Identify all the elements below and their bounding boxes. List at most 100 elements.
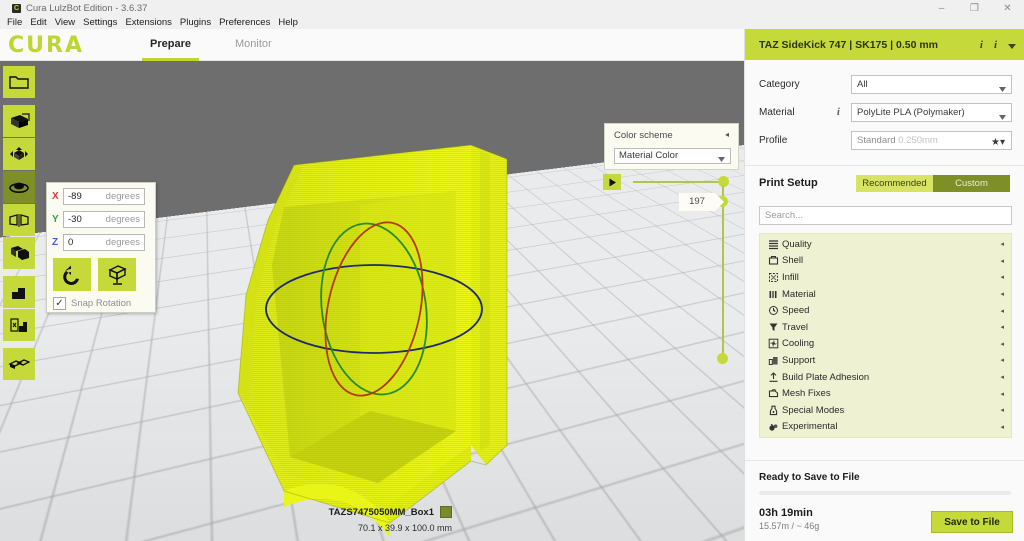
rotation-input-y[interactable]: -30 degrees — [63, 211, 145, 228]
scale-tool[interactable] — [3, 105, 35, 137]
settings-category-material[interactable]: Material ◂ — [760, 286, 1011, 303]
mirror-tool[interactable] — [3, 204, 35, 236]
save-to-file-button[interactable]: Save to File — [931, 511, 1013, 533]
menu-view[interactable]: View — [51, 16, 79, 29]
category-dropdown[interactable]: All — [851, 74, 1012, 94]
settings-category-build-plate-adhesion[interactable]: Build Plate Adhesion ◂ — [760, 369, 1011, 386]
color-scheme-dropdown[interactable]: Material Color — [614, 148, 731, 164]
profile-dropdown[interactable]: Standard 0.250mm ★▾ — [851, 130, 1012, 151]
rotation-row-z: Z 0 degrees — [52, 233, 155, 252]
expand-arrow-icon[interactable]: ◂ — [1000, 273, 1004, 281]
menu-edit[interactable]: Edit — [26, 16, 50, 29]
support-eraser-tool[interactable] — [3, 309, 35, 341]
tab-recommended[interactable]: Recommended — [856, 174, 933, 192]
tab-custom[interactable]: Custom — [933, 174, 1010, 192]
printer-title: TAZ SideKick 747 | SK175 | 0.50 mm — [759, 38, 939, 51]
rotation-input-x[interactable]: -89 degrees — [63, 188, 145, 205]
info-icon[interactable]: i — [994, 39, 997, 51]
layer-number-label: 197 — [679, 193, 724, 211]
category-label: Cooling — [782, 338, 815, 350]
settings-category-special-modes[interactable]: Special Modes ◂ — [760, 402, 1011, 419]
support-icon — [764, 355, 782, 366]
material-value: PolyLite PLA (Polymaker) — [857, 106, 965, 118]
expand-arrow-icon[interactable]: ◂ — [1000, 240, 1004, 248]
lay-flat-button[interactable] — [98, 258, 136, 291]
rotation-unit-x: degrees — [105, 191, 140, 202]
expand-arrow-icon[interactable]: ◂ — [1000, 373, 1004, 381]
settings-category-infill[interactable]: Infill ◂ — [760, 269, 1011, 286]
profile-row: Profile Standard 0.250mm ★▾ — [759, 126, 1012, 154]
snap-rotation-checkbox[interactable]: ✓ — [53, 297, 66, 310]
expand-arrow-icon[interactable]: ◂ — [1000, 307, 1004, 315]
layer-slider-handle-bottom[interactable] — [717, 353, 728, 364]
play-simulation-button[interactable] — [603, 174, 621, 190]
cooling-icon — [764, 338, 782, 349]
stack-tool[interactable] — [3, 348, 35, 380]
material-row: Material i PolyLite PLA (Polymaker) — [759, 98, 1012, 126]
reset-rotation-button[interactable] — [53, 258, 91, 291]
move-tool[interactable] — [3, 138, 35, 170]
settings-category-speed[interactable]: Speed ◂ — [760, 302, 1011, 319]
expand-arrow-icon[interactable]: ◂ — [1000, 406, 1004, 414]
settings-search-input[interactable]: Search... — [759, 206, 1012, 225]
menu-help[interactable]: Help — [274, 16, 302, 29]
settings-category-travel[interactable]: Travel ◂ — [760, 319, 1011, 336]
settings-category-mesh-fixes[interactable]: Mesh Fixes ◂ — [760, 385, 1011, 402]
expand-arrow-icon[interactable]: ◂ — [1000, 257, 1004, 265]
feedrate-slider-track[interactable] — [633, 181, 725, 183]
info-icon[interactable]: i — [980, 39, 983, 51]
support-blocker-tool[interactable] — [3, 276, 35, 308]
menu-plugins[interactable]: Plugins — [176, 16, 215, 29]
rotation-row-y: Y -30 degrees — [52, 210, 155, 229]
rotate-tool[interactable] — [3, 171, 35, 203]
tab-prepare[interactable]: Prepare — [128, 29, 213, 61]
category-value: All — [857, 78, 868, 90]
stage-tabs: Prepare Monitor — [128, 29, 294, 61]
rotation-value-y: -30 — [68, 214, 82, 225]
app-logo-icon: C — [12, 3, 21, 13]
window-title: Cura LulzBot Edition - 3.6.37 — [26, 2, 148, 14]
expand-arrow-icon[interactable]: ◂ — [1000, 340, 1004, 348]
collapse-icon[interactable]: ◂ — [725, 130, 729, 139]
expand-arrow-icon[interactable]: ◂ — [1000, 290, 1004, 298]
close-button[interactable]: ✕ — [991, 0, 1024, 16]
color-scheme-title: Color scheme — [614, 130, 673, 141]
menu-settings[interactable]: Settings — [79, 16, 121, 29]
settings-category-cooling[interactable]: Cooling ◂ — [760, 336, 1011, 353]
profile-value-detail: 0.250mm — [898, 134, 938, 146]
profile-value: Standard — [857, 134, 896, 146]
menu-file[interactable]: File — [3, 16, 26, 29]
snap-rotation-row[interactable]: ✓ Snap Rotation — [53, 297, 155, 310]
rotation-unit-z: degrees — [105, 237, 140, 248]
model-info: TAZS7475050MM_Box1 70.1 x 39.9 x 100.0 m… — [329, 506, 452, 533]
settings-category-support[interactable]: Support ◂ — [760, 352, 1011, 369]
rotation-settings-panel: X -89 degrees Y -30 degrees Z 0 degrees — [46, 182, 156, 313]
material-dropdown[interactable]: PolyLite PLA (Polymaker) — [851, 102, 1012, 122]
expand-arrow-icon[interactable]: ◂ — [1000, 390, 1004, 398]
material-info-icon[interactable]: i — [837, 107, 851, 118]
menu-extensions[interactable]: Extensions — [121, 16, 175, 29]
favorite-star-icon[interactable]: ★▾ — [991, 134, 1005, 151]
settings-category-quality[interactable]: Quality ◂ — [760, 236, 1011, 253]
rotation-gizmo[interactable] — [262, 218, 486, 400]
expand-arrow-icon[interactable]: ◂ — [1000, 323, 1004, 331]
category-label: Shell — [782, 255, 804, 267]
expand-arrow-icon[interactable]: ◂ — [1000, 423, 1004, 431]
model-name: TAZS7475050MM_Box1 — [328, 506, 434, 518]
category-label: Experimental — [782, 421, 838, 433]
category-label: Infill — [782, 271, 799, 283]
settings-category-experimental[interactable]: Experimental ◂ — [760, 419, 1011, 436]
tab-monitor[interactable]: Monitor — [213, 29, 294, 61]
layer-slider-track[interactable] — [722, 186, 724, 364]
rotation-input-z[interactable]: 0 degrees — [63, 234, 145, 251]
category-label: Special Modes — [782, 404, 845, 416]
settings-category-shell[interactable]: Shell ◂ — [760, 253, 1011, 270]
open-file-tool[interactable] — [3, 66, 35, 98]
minimize-button[interactable]: – — [925, 0, 958, 16]
machine-settings-rows: Category All Material i PolyLite PLA (Po… — [745, 60, 1024, 160]
chevron-down-icon[interactable] — [1008, 36, 1016, 54]
menu-preferences[interactable]: Preferences — [215, 16, 274, 29]
per-model-settings-tool[interactable] — [3, 237, 35, 269]
expand-arrow-icon[interactable]: ◂ — [1000, 356, 1004, 364]
maximize-button[interactable]: ❐ — [958, 0, 991, 16]
